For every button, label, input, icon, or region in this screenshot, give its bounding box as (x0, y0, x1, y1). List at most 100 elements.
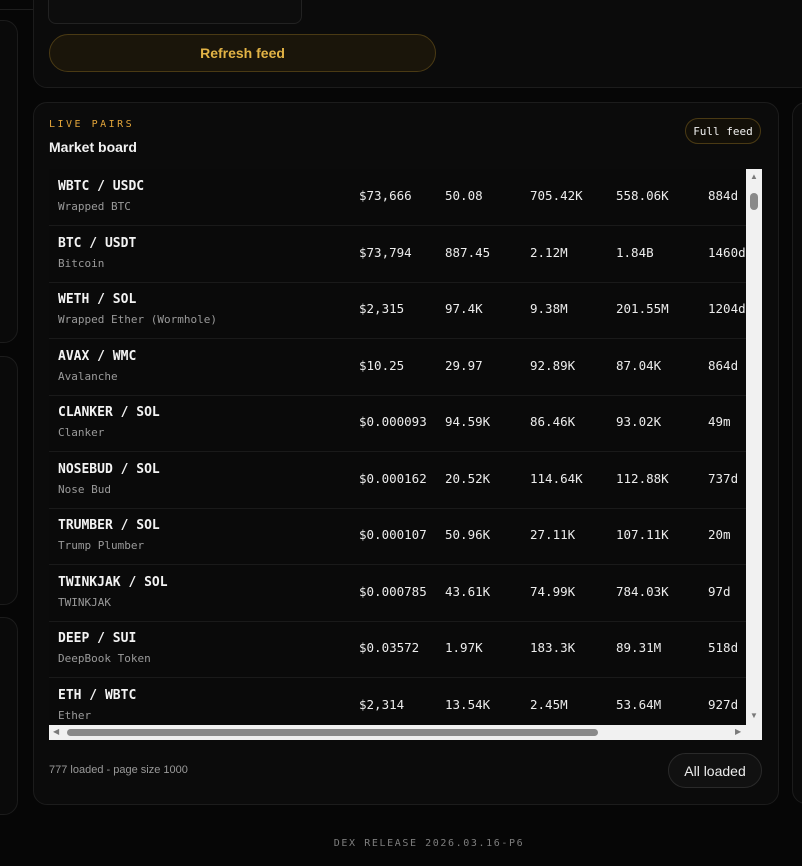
price-cell: $0.03572 (359, 640, 420, 655)
pair-symbol: NOSEBUD / SOL (58, 462, 160, 477)
age-cell: 1204d (708, 301, 746, 316)
table-row[interactable]: WETH / SOL Wrapped Ether (Wormhole) $2,315… (49, 282, 746, 339)
liquidity-cell: 784.03K (616, 584, 669, 599)
token-name: TWINKJAK (58, 596, 111, 609)
scroll-left-icon[interactable]: ◀ (53, 727, 59, 737)
board-title: Market board (49, 139, 137, 155)
price-cell: $0.000785 (359, 584, 427, 599)
price-cell: $0.000162 (359, 471, 427, 486)
pair-symbol: AVAX / WMC (58, 349, 137, 364)
table-row[interactable]: TRUMBER / SOL Trump Plumber $0.000107 50.96… (49, 508, 746, 565)
age-cell: 49m (708, 414, 731, 429)
age-cell: 864d (708, 358, 739, 373)
age-cell: 737d (708, 471, 739, 486)
price-cell: $10.25 (359, 358, 405, 373)
liquidity-cell: 558.06K (616, 188, 669, 203)
price-cell: $73,794 (359, 245, 412, 260)
liquidity-cell: 93.02K (616, 414, 662, 429)
left-panel-stub (0, 20, 18, 343)
token-name: Trump Plumber (58, 539, 145, 552)
liquidity-cell: 107.11K (616, 527, 669, 542)
board-eyebrow: LIVE PAIRS (49, 119, 135, 130)
liquidity-cell: 89.31M (616, 640, 662, 655)
metric-cell: 43.61K (445, 584, 491, 599)
table-row[interactable]: BTC / USDT Bitcoin $73,794 887.45 2.12M 1.84B… (49, 226, 746, 283)
token-name: DeepBook Token (58, 652, 151, 665)
metric-cell: 887.45 (445, 245, 491, 260)
volume-cell: 9.38M (530, 301, 568, 316)
metric-cell: 97.4K (445, 301, 483, 316)
token-name: Clanker (58, 426, 105, 439)
full-feed-button[interactable]: Full feed (685, 118, 761, 144)
liquidity-cell: 87.04K (616, 358, 662, 373)
table-row[interactable]: TWINKJAK / SOL TWINKJAK $0.000785 43.61K 74.… (49, 565, 746, 622)
right-panel-stub (792, 102, 802, 804)
horizontal-scroll-thumb[interactable] (67, 729, 598, 736)
table-row[interactable]: NOSEBUD / SOL Nose Bud $0.000162 20.52K 114.… (49, 452, 746, 509)
liquidity-cell: 1.84B (616, 245, 654, 260)
metric-cell: 29.97 (445, 358, 483, 373)
metric-cell: 94.59K (445, 414, 491, 429)
left-panel-stub (0, 617, 18, 815)
market-table[interactable]: WBTC / USDC Wrapped BTC $73,666 50.08 705.42… (49, 169, 762, 740)
volume-cell: 27.11K (530, 527, 576, 542)
pair-symbol: TRUMBER / SOL (58, 518, 160, 533)
volume-cell: 705.42K (530, 188, 583, 203)
pair-symbol: TWINKJAK / SOL (58, 575, 168, 590)
liquidity-cell: 112.88K (616, 471, 669, 486)
token-name: Avalanche (58, 370, 118, 383)
pair-symbol: BTC / USDT (58, 236, 137, 251)
token-name: Wrapped Ether (Wormhole) (58, 313, 217, 326)
release-version: DEX RELEASE 2026.03.16-P6 (333, 838, 525, 849)
volume-cell: 2.12M (530, 245, 568, 260)
age-cell: 20m (708, 527, 731, 542)
scroll-up-icon[interactable]: ▲ (750, 172, 758, 182)
feed-input[interactable] (48, 0, 302, 24)
volume-cell: 74.99K (530, 584, 576, 599)
price-cell: $2,314 (359, 697, 405, 712)
horizontal-scrollbar[interactable]: ◀ ▶ (49, 725, 762, 740)
liquidity-cell: 53.64M (616, 697, 662, 712)
age-cell: 1460d (708, 245, 746, 260)
volume-cell: 183.3K (530, 640, 576, 655)
scroll-right-icon[interactable]: ▶ (735, 727, 741, 737)
scroll-down-icon[interactable]: ▼ (750, 711, 758, 721)
loaded-count: 777 loaded - page size 1000 (49, 764, 188, 776)
token-name: Bitcoin (58, 257, 105, 270)
table-row[interactable]: ETH / WBTC Ether $2,314 13.54K 2.45M 53.64M 92… (49, 678, 746, 725)
left-panel-stub (0, 356, 18, 605)
table-row[interactable]: AVAX / WMC Avalanche $10.25 29.97 92.89K 87.0… (49, 339, 746, 396)
age-cell: 518d (708, 640, 739, 655)
metric-cell: 20.52K (445, 471, 491, 486)
pair-symbol: WETH / SOL (58, 292, 137, 307)
table-row[interactable]: CLANKER / SOL Clanker $0.000093 94.59K 86.46… (49, 395, 746, 452)
token-name: Nose Bud (58, 483, 111, 496)
age-cell: 884d (708, 188, 739, 203)
pair-symbol: DEEP / SUI (58, 631, 137, 646)
metric-cell: 50.96K (445, 527, 491, 542)
volume-cell: 114.64K (530, 471, 583, 486)
token-name: Wrapped BTC (58, 200, 131, 213)
pair-symbol: CLANKER / SOL (58, 405, 160, 420)
volume-cell: 92.89K (530, 358, 576, 373)
volume-cell: 86.46K (530, 414, 576, 429)
price-cell: $0.000107 (359, 527, 427, 542)
volume-cell: 2.45M (530, 697, 568, 712)
vertical-scrollbar[interactable]: ▲ ▼ (746, 169, 762, 725)
token-name: Ether (58, 709, 92, 722)
metric-cell: 13.54K (445, 697, 491, 712)
liquidity-cell: 201.55M (616, 301, 669, 316)
vertical-scroll-thumb[interactable] (750, 193, 758, 210)
table-row[interactable]: DEEP / SUI DeepBook Token $0.03572 1.97K 183… (49, 621, 746, 678)
pair-symbol: ETH / WBTC (58, 688, 137, 703)
price-cell: $73,666 (359, 188, 412, 203)
pair-symbol: WBTC / USDC (58, 179, 145, 194)
table-body: WBTC / USDC Wrapped BTC $73,666 50.08 705.42… (49, 169, 746, 725)
metric-cell: 1.97K (445, 640, 483, 655)
table-row[interactable]: WBTC / USDC Wrapped BTC $73,666 50.08 705.42… (49, 169, 746, 226)
refresh-feed-button[interactable]: Refresh feed (49, 34, 436, 72)
price-cell: $0.000093 (359, 414, 427, 429)
all-loaded-button[interactable]: All loaded (668, 753, 762, 788)
price-cell: $2,315 (359, 301, 405, 316)
age-cell: 927d (708, 697, 739, 712)
